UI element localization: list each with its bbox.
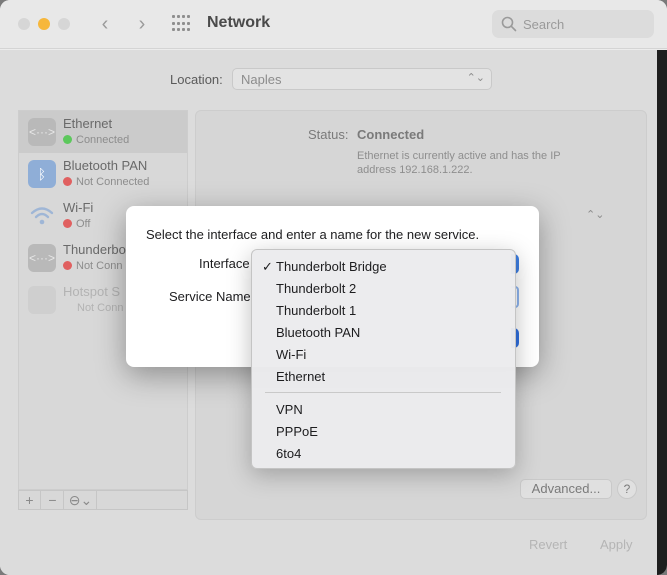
service-item-bluetooth-pan[interactable]: ᛒ Bluetooth PAN Not Connected (19, 153, 187, 195)
interface-popup-menu: ✓ Thunderbolt Bridge Thunderbolt 2 Thund… (251, 249, 516, 469)
service-status: Not Connected (76, 176, 150, 188)
service-list-toolbar: + − ⊖⌄ (18, 490, 188, 510)
status-dot-red (63, 219, 72, 228)
service-name: Bluetooth PAN (63, 158, 148, 173)
back-button[interactable]: ‹ (94, 12, 116, 36)
revert-button[interactable]: Revert (529, 537, 567, 552)
titlebar: ‹ › Network Search (0, 0, 667, 49)
location-value: Naples (241, 72, 282, 87)
menu-item-ethernet[interactable]: Ethernet (252, 366, 515, 388)
service-name: Ethernet (63, 116, 113, 131)
menu-item-bluetooth-pan[interactable]: Bluetooth PAN (252, 322, 515, 344)
preferences-window: ‹ › Network Search Location: Naples ⌃⌄ <… (0, 0, 667, 575)
menu-item-vpn[interactable]: VPN (252, 399, 515, 421)
wifi-icon (28, 202, 56, 230)
interface-label: Interface (199, 256, 250, 271)
apply-button[interactable]: Apply (600, 537, 633, 552)
menu-item-thunderbolt-2[interactable]: Thunderbolt 2 (252, 278, 515, 300)
status-dot-red (63, 177, 72, 186)
window-title: Network (207, 14, 271, 31)
help-button[interactable]: ? (617, 479, 637, 499)
ethernet-icon: <···> (28, 118, 56, 146)
menu-item-pppoe[interactable]: PPPoE (252, 421, 515, 443)
bluetooth-icon: ᛒ (28, 160, 56, 188)
show-all-grid-icon[interactable] (172, 15, 192, 33)
menu-item-thunderbolt-bridge[interactable]: ✓ Thunderbolt Bridge (252, 256, 515, 278)
search-icon (501, 16, 517, 32)
service-item-ethernet[interactable]: <···> Ethernet Connected (19, 111, 187, 153)
menu-separator (265, 392, 501, 393)
service-name-label: Service Name (169, 289, 251, 304)
service-status: Not Conn (76, 260, 123, 272)
service-name: Thunderbo (63, 242, 126, 257)
desktop-background (657, 50, 667, 575)
chevron-updown-icon: ⌃⌄ (466, 72, 485, 84)
forward-button[interactable]: › (131, 12, 153, 36)
menu-item-6to4[interactable]: 6to4 (252, 443, 515, 465)
sheet-prompt: Select the interface and enter a name fo… (146, 227, 480, 242)
service-name: Hotspot S (63, 284, 121, 299)
service-status: Connected (76, 134, 130, 146)
status-label: Status: (308, 127, 349, 142)
advanced-button[interactable]: Advanced... (520, 479, 612, 499)
iphone-icon (28, 286, 56, 314)
checkmark-icon: ✓ (262, 259, 273, 274)
service-status: Off (76, 218, 91, 230)
location-select[interactable]: Naples ⌃⌄ (232, 68, 492, 90)
status-dot-red (63, 261, 72, 270)
zoom-button[interactable] (58, 18, 70, 30)
menu-item-thunderbolt-1[interactable]: Thunderbolt 1 (252, 300, 515, 322)
chevron-updown-icon: ⌃⌄ (586, 209, 605, 221)
action-menu-button[interactable]: ⊖⌄ (65, 491, 97, 509)
service-status: Not Conn (77, 302, 124, 314)
remove-service-button[interactable]: − (42, 491, 64, 509)
status-value: Connected (357, 127, 425, 142)
search-placeholder: Search (523, 17, 565, 32)
location-label: Location: (170, 72, 223, 87)
thunderbolt-icon: <···> (28, 244, 56, 272)
search-field[interactable]: Search (492, 10, 654, 38)
add-service-button[interactable]: + (19, 491, 41, 509)
menu-item-wifi[interactable]: Wi-Fi (252, 344, 515, 366)
status-description: Ethernet is currently active and has the… (357, 150, 561, 176)
service-name: Wi-Fi (63, 200, 94, 215)
close-button[interactable] (18, 18, 30, 30)
minimize-button[interactable] (38, 18, 50, 30)
status-dot-green (63, 135, 72, 144)
